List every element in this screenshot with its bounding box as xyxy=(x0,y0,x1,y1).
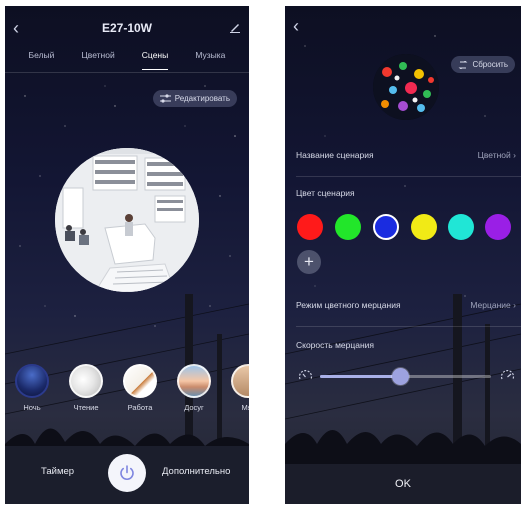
scene-reading-label: Чтение xyxy=(73,403,99,412)
reset-label: Сбросить xyxy=(472,60,508,69)
slider-fill xyxy=(320,375,401,378)
ok-button[interactable]: OK xyxy=(285,464,521,504)
tab-white[interactable]: Белый xyxy=(29,50,55,70)
color-swatch-red[interactable] xyxy=(297,214,323,240)
scene-soft-label: Мяг xyxy=(241,403,249,412)
slow-speed-icon xyxy=(298,370,313,380)
flicker-speed-label: Скорость мерцания xyxy=(296,340,375,350)
scene-soft[interactable]: Мяг xyxy=(225,364,249,412)
scene-color-label: Цвет сценария xyxy=(296,188,355,198)
timer-button[interactable]: Таймер xyxy=(41,466,74,477)
reset-button[interactable]: Сбросить xyxy=(451,56,515,73)
flicker-mode-value: Мерцание xyxy=(470,300,511,310)
scene-thumbnail xyxy=(373,54,439,120)
chevron-right-icon: › xyxy=(513,300,516,310)
scene-leisure-label: Досуг xyxy=(184,403,204,412)
tab-music[interactable]: Музыка xyxy=(195,50,225,70)
scene-presets: Ночь Чтение Работа Досуг Мяг xyxy=(5,364,249,416)
color-swatch-cyan[interactable] xyxy=(448,214,474,240)
back-button[interactable]: ‹ xyxy=(293,16,299,37)
scene-preview-image xyxy=(55,148,199,292)
tab-divider xyxy=(5,72,249,73)
scene-night[interactable]: Ночь xyxy=(9,364,55,412)
scene-name-label: Название сценария xyxy=(296,150,374,160)
fast-speed-icon xyxy=(500,370,515,380)
flicker-mode-label: Режим цветного мерцания xyxy=(296,300,401,310)
flicker-speed-slider[interactable] xyxy=(320,368,491,385)
color-swatch-blue[interactable] xyxy=(373,214,399,240)
edit-scene-button[interactable]: Редактировать xyxy=(152,90,237,107)
scene-work-label: Работа xyxy=(127,403,153,412)
flicker-speed-heading: Скорость мерцания xyxy=(296,340,516,350)
power-icon xyxy=(120,465,134,480)
tab-color[interactable]: Цветной xyxy=(81,50,114,70)
scene-edit-screen: ‹ Сбросить Название сценария Цветной › Ц… xyxy=(285,6,521,504)
device-title: E27-10W xyxy=(101,21,153,35)
scene-work[interactable]: Работа xyxy=(117,364,163,412)
color-swatch-purple[interactable] xyxy=(485,214,511,240)
edit-scene-label: Редактировать xyxy=(174,94,230,103)
bottom-bar: Таймер Дополнительно xyxy=(5,446,249,504)
more-button[interactable]: Дополнительно xyxy=(162,466,230,477)
scene-name-value: Цветной xyxy=(477,150,511,160)
sliders-icon xyxy=(159,94,171,103)
add-color-button[interactable]: + xyxy=(297,250,321,274)
divider xyxy=(296,176,521,177)
reset-icon xyxy=(459,60,468,69)
color-swatch-green[interactable] xyxy=(335,214,361,240)
flicker-mode-row[interactable]: Режим цветного мерцания Мерцание › xyxy=(296,300,516,310)
scene-leisure[interactable]: Досуг xyxy=(171,364,217,412)
scene-name-row[interactable]: Название сценария Цветной › xyxy=(296,150,516,160)
scene-color-heading: Цвет сценария xyxy=(296,188,516,198)
scene-night-label: Ночь xyxy=(23,403,41,412)
slider-handle[interactable] xyxy=(391,368,409,385)
tab-scenes[interactable]: Сцены xyxy=(141,50,169,70)
chevron-right-icon: › xyxy=(513,150,516,160)
mode-tabs: Белый Цветной Сцены Музыка xyxy=(5,50,249,70)
scene-reading[interactable]: Чтение xyxy=(63,364,109,412)
plus-icon: + xyxy=(304,252,314,271)
power-button[interactable] xyxy=(108,454,146,492)
scenes-screen: ‹ E27-10W Белый Цветной Сцены Музыка Ред… xyxy=(5,6,249,504)
color-swatch-yellow[interactable] xyxy=(411,214,437,240)
edit-icon[interactable] xyxy=(229,20,241,38)
divider xyxy=(296,326,521,327)
